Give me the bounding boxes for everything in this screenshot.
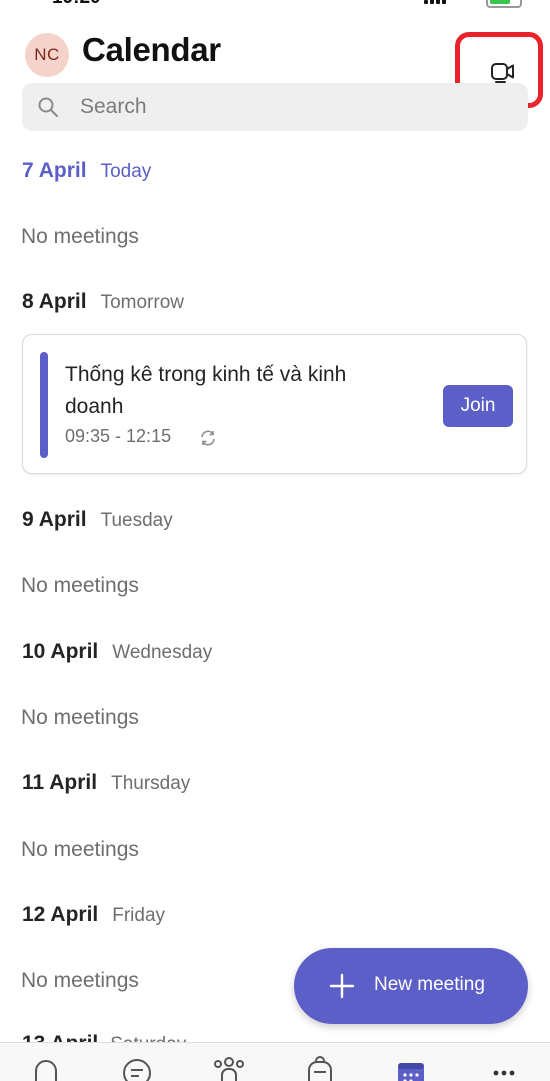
no-meetings-text: No meetings bbox=[21, 838, 139, 861]
no-meetings-text: No meetings bbox=[21, 574, 139, 597]
plus-icon bbox=[329, 973, 355, 999]
tab-chat[interactable] bbox=[117, 1055, 157, 1081]
date-header: 12 April Friday bbox=[22, 903, 165, 927]
date-header: 10 April Wednesday bbox=[22, 640, 212, 664]
date-label: 7 April bbox=[22, 159, 87, 182]
avatar[interactable]: NC bbox=[25, 33, 69, 77]
battery-icon bbox=[486, 0, 522, 8]
meeting-color-bar bbox=[40, 352, 48, 458]
day-label: Tuesday bbox=[100, 510, 173, 531]
new-meeting-button[interactable]: New meeting bbox=[294, 948, 528, 1024]
day-label: Tomorrow bbox=[100, 292, 184, 313]
date-header: 11 April Thursday bbox=[22, 771, 190, 795]
tab-activity[interactable] bbox=[26, 1055, 66, 1081]
recurring-icon bbox=[201, 430, 215, 446]
no-meetings-text: No meetings bbox=[21, 225, 139, 248]
chat-icon bbox=[123, 1059, 151, 1081]
date-label: 9 April bbox=[22, 508, 87, 531]
tab-teams[interactable] bbox=[209, 1055, 249, 1081]
date-label: 12 April bbox=[22, 903, 99, 926]
date-header: 8 April Tomorrow bbox=[22, 290, 184, 314]
status-bar: 19:20 bbox=[0, 0, 550, 10]
bell-icon bbox=[34, 1060, 58, 1081]
more-icon bbox=[493, 1070, 515, 1076]
date-label: 8 April bbox=[22, 290, 87, 313]
app-header: NC Calendar bbox=[0, 20, 550, 108]
join-button[interactable]: Join bbox=[443, 385, 513, 427]
calendar-icon bbox=[398, 1063, 424, 1081]
teams-icon bbox=[214, 1057, 244, 1081]
date-header: 9 April Tuesday bbox=[22, 508, 173, 532]
tab-more[interactable] bbox=[484, 1055, 524, 1081]
page-title: Calendar bbox=[82, 31, 221, 68]
date-label: 11 April bbox=[22, 771, 98, 794]
day-label: Friday bbox=[112, 905, 166, 926]
day-label: Thursday bbox=[111, 773, 191, 794]
day-label: Today bbox=[100, 161, 152, 182]
search-icon bbox=[38, 97, 58, 117]
no-meetings-text: No meetings bbox=[21, 706, 139, 729]
date-header-today: 7 April Today bbox=[22, 159, 151, 183]
date-label: 10 April bbox=[22, 640, 99, 663]
search-placeholder: Search bbox=[80, 95, 147, 118]
day-label: Wednesday bbox=[112, 642, 213, 663]
new-meeting-label: New meeting bbox=[374, 974, 485, 995]
status-time: 19:20 bbox=[52, 0, 101, 9]
bottom-tab-bar bbox=[0, 1042, 550, 1081]
meeting-title: Thống kê trong kinh tế và kinh doanh bbox=[65, 363, 347, 418]
backpack-icon bbox=[308, 1056, 332, 1081]
meeting-card[interactable]: Thống kê trong kinh tế và kinh doanh 09:… bbox=[22, 334, 527, 474]
wifi-icon bbox=[462, 0, 482, 10]
no-meetings-text: No meetings bbox=[21, 969, 139, 992]
video-camera-icon bbox=[491, 63, 514, 83]
signal-icon bbox=[424, 0, 452, 4]
tab-calendar[interactable] bbox=[391, 1055, 431, 1081]
tab-assignments[interactable] bbox=[300, 1055, 340, 1081]
meeting-time: 09:35 - 12:15 bbox=[65, 426, 172, 446]
